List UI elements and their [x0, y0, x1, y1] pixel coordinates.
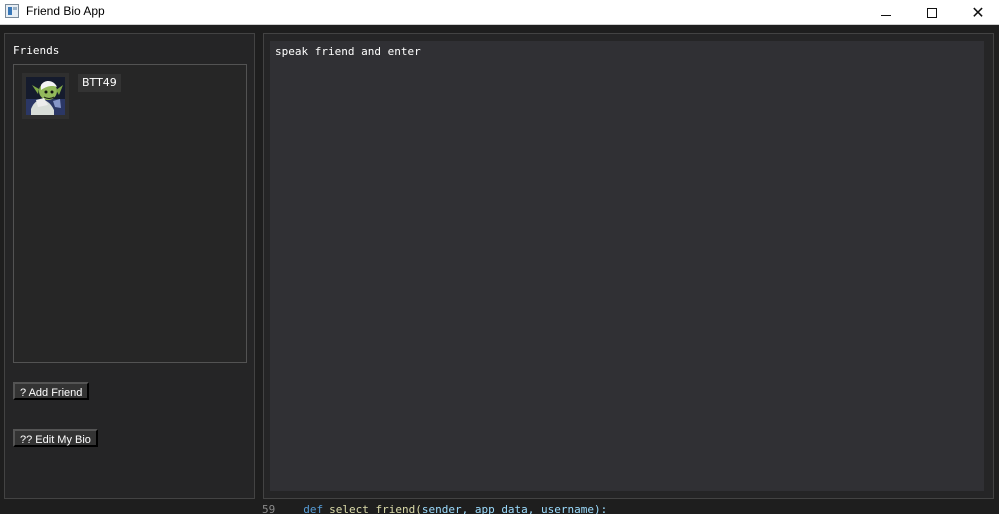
edit-bio-button[interactable]: ?? Edit My Bio	[13, 429, 98, 447]
background-code-line: 59 def select_friend(sender, app_data, use…	[262, 503, 862, 514]
add-friend-button[interactable]: ? Add Friend	[13, 382, 90, 400]
minimize-icon	[881, 14, 891, 16]
friends-panel: Friends BTT49 ? Add Friend ?? Edit My Bi…	[4, 33, 255, 499]
bio-text-area[interactable]: speak friend and enter	[270, 41, 984, 491]
code-keyword: def	[303, 503, 324, 514]
maximize-button[interactable]	[909, 0, 955, 25]
avatar-image	[26, 77, 65, 115]
friends-list[interactable]: BTT49	[13, 64, 247, 363]
code-line-number: 59	[262, 503, 276, 514]
close-button[interactable]: ✕	[955, 0, 999, 25]
friends-title: Friends	[13, 44, 60, 57]
friend-name[interactable]: BTT49	[78, 74, 121, 92]
minimize-button[interactable]	[863, 0, 909, 25]
window-title: Friend Bio App	[26, 4, 105, 18]
bio-panel: speak friend and enter	[263, 33, 994, 499]
app-window-icon	[5, 4, 19, 18]
title-bar: Friend Bio App ✕	[0, 0, 999, 25]
code-function: select_friend(	[329, 503, 422, 514]
friend-avatar[interactable]	[22, 73, 69, 119]
close-icon: ✕	[971, 2, 985, 22]
maximize-icon	[927, 7, 937, 18]
friend-list-item[interactable]: BTT49	[22, 73, 182, 119]
bio-text: speak friend and enter	[275, 45, 421, 58]
code-arguments: sender, app_data, username):	[421, 503, 608, 514]
